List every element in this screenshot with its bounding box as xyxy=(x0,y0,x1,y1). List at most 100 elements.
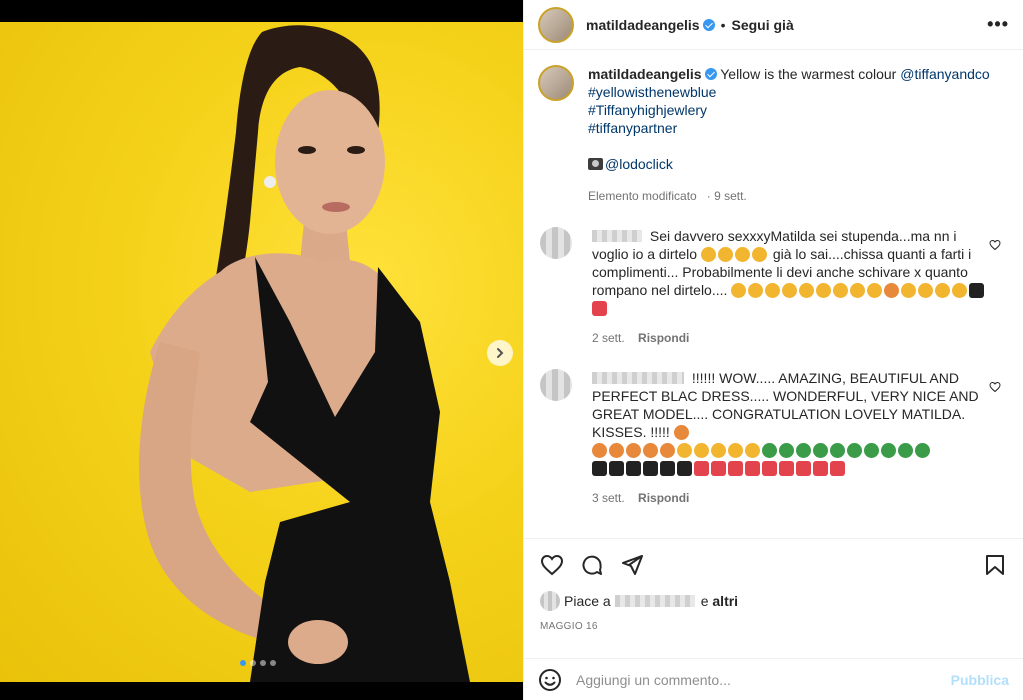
likes-others-link[interactable]: altri xyxy=(712,593,738,609)
mention-link[interactable]: @tiffanyandco xyxy=(900,66,989,82)
comment-input[interactable] xyxy=(576,671,951,688)
emoji xyxy=(592,443,607,458)
publish-button[interactable]: Pubblica xyxy=(951,672,1009,688)
post-modal: matildadeangelis • Segui già ••• matilda… xyxy=(0,0,1023,700)
blurred-username[interactable] xyxy=(614,595,695,607)
caption-time: 9 sett. xyxy=(714,189,747,203)
heart-icon[interactable] xyxy=(989,381,1001,393)
emoji xyxy=(864,443,879,458)
emoji xyxy=(765,283,781,298)
emoji xyxy=(711,461,726,476)
emoji xyxy=(660,443,675,458)
avatar[interactable] xyxy=(538,65,574,101)
emoji xyxy=(847,443,862,458)
comment-time: 2 sett. xyxy=(592,331,625,345)
caption-username[interactable]: matildadeangelis xyxy=(588,66,702,82)
blurred-username[interactable] xyxy=(592,230,642,242)
emoji xyxy=(745,461,760,476)
verified-icon xyxy=(704,68,717,80)
hashtag-link[interactable]: #Tiffanyhighjewlery xyxy=(588,101,990,119)
emoji xyxy=(813,443,828,458)
avatar[interactable] xyxy=(540,369,572,401)
emoji-icon[interactable] xyxy=(538,668,562,692)
emoji xyxy=(813,461,828,476)
emoji xyxy=(677,443,692,458)
emoji xyxy=(694,443,709,458)
emoji xyxy=(799,283,815,298)
media-panel xyxy=(0,0,523,700)
comment-body: Sei davvero sexxxyMatilda sei stupenda..… xyxy=(592,227,992,347)
emoji xyxy=(728,461,743,476)
emoji xyxy=(734,247,750,262)
reply-button[interactable]: Rispondi xyxy=(638,491,689,505)
following-button[interactable]: Segui già xyxy=(732,17,794,33)
post-header: matildadeangelis • Segui già ••• xyxy=(524,0,1023,50)
more-options-icon[interactable]: ••• xyxy=(987,14,1009,35)
emoji xyxy=(884,283,900,298)
emoji xyxy=(762,443,777,458)
emoji xyxy=(677,461,692,476)
emoji xyxy=(901,283,917,298)
emoji xyxy=(830,461,845,476)
caption-text: Yellow is the warmest colour xyxy=(720,66,897,82)
carousel-dot xyxy=(260,660,266,666)
emoji xyxy=(969,283,985,298)
emoji xyxy=(731,283,747,298)
emoji xyxy=(717,247,733,262)
reply-button[interactable]: Rispondi xyxy=(638,331,689,345)
separator-dot: • xyxy=(720,16,726,33)
emoji xyxy=(796,443,811,458)
likes-summary: Piace a e altri xyxy=(540,591,1007,611)
emoji xyxy=(626,461,641,476)
caption-meta: Elemento modificato · 9 sett. xyxy=(588,189,747,203)
hashtag-link[interactable]: #yellowisthenewblue xyxy=(588,83,990,101)
avatar[interactable] xyxy=(538,6,574,43)
emoji xyxy=(881,443,896,458)
post-photo xyxy=(0,22,523,682)
comment-time: 3 sett. xyxy=(592,491,625,505)
post-actions: Piace a e altri MAGGIO 16 xyxy=(524,538,1023,658)
emoji xyxy=(762,461,777,476)
post-caption: matildadeangelis Yellow is the warmest c… xyxy=(538,65,1007,205)
emoji xyxy=(779,443,794,458)
hashtag-link[interactable]: #tiffanypartner xyxy=(588,119,990,137)
bookmark-icon[interactable] xyxy=(983,553,1007,577)
emoji xyxy=(700,247,716,262)
like-heart-icon[interactable] xyxy=(540,553,564,577)
heart-icon[interactable] xyxy=(989,239,1001,251)
emoji xyxy=(867,283,883,298)
comment-icon[interactable] xyxy=(580,553,604,577)
share-icon[interactable] xyxy=(620,553,644,577)
comments-list[interactable]: matildadeangelis Yellow is the warmest c… xyxy=(524,51,1023,538)
emoji xyxy=(915,443,930,458)
chevron-right-icon xyxy=(497,348,504,358)
verified-icon xyxy=(702,18,715,31)
emoji xyxy=(609,443,624,458)
avatar[interactable] xyxy=(540,591,560,611)
emoji xyxy=(643,461,658,476)
blurred-username[interactable] xyxy=(592,372,684,384)
username-link[interactable]: matildadeangelis xyxy=(586,17,700,33)
next-photo-button[interactable] xyxy=(487,340,513,366)
emoji xyxy=(592,461,607,476)
emoji xyxy=(626,443,641,458)
emoji xyxy=(952,283,968,298)
avatar[interactable] xyxy=(540,227,572,259)
emoji xyxy=(592,301,607,316)
carousel-dot xyxy=(240,660,246,666)
comment-body: !!!!!! WOW..... AMAZING, BEAUTIFUL AND P… xyxy=(592,369,992,507)
carousel-dot xyxy=(270,660,276,666)
emoji xyxy=(796,461,811,476)
post-date: MAGGIO 16 xyxy=(540,621,598,632)
likes-and: e xyxy=(700,593,709,609)
emoji xyxy=(779,461,794,476)
emoji xyxy=(728,443,743,458)
photo-credit-link[interactable]: @lodoclick xyxy=(605,156,673,172)
comment-meta: 2 sett. Rispondi xyxy=(592,329,992,347)
emoji xyxy=(751,247,767,262)
caption-body: matildadeangelis Yellow is the warmest c… xyxy=(588,65,990,205)
likes-prefix: Piace a xyxy=(564,593,611,609)
emoji xyxy=(918,283,934,298)
emoji xyxy=(643,443,658,458)
camera-icon xyxy=(588,158,603,170)
